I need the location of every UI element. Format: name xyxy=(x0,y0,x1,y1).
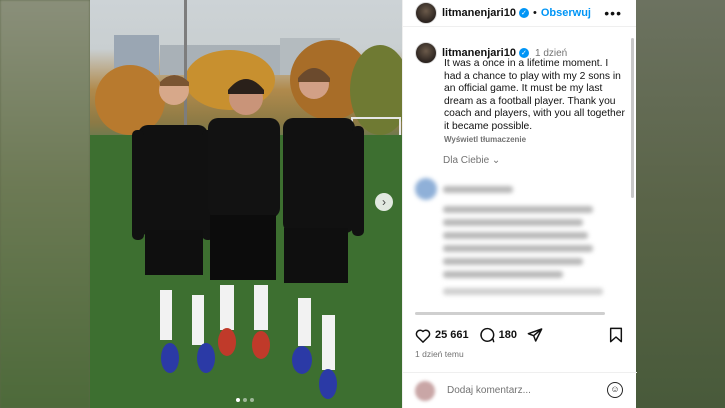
instagram-post: › litmanenjari10 ✓ • Obserwuj ••• litman… xyxy=(90,0,637,408)
photo-illustration xyxy=(90,0,402,408)
like-count[interactable]: 25 661 xyxy=(435,329,469,341)
verified-badge-icon: ✓ xyxy=(518,48,529,58)
heart-icon[interactable] xyxy=(415,328,431,343)
for-you-toggle[interactable]: Dla Ciebie ⌄ xyxy=(443,155,500,166)
bookmark-icon[interactable] xyxy=(609,327,623,343)
caption-time: 1 dzień xyxy=(534,47,568,59)
more-options-icon[interactable]: ••• xyxy=(604,5,622,21)
comment-count[interactable]: 180 xyxy=(499,329,517,341)
avatar[interactable] xyxy=(415,42,437,64)
paper-plane-icon[interactable] xyxy=(527,327,543,343)
translate-link[interactable]: Wyświetl tłumaczenie xyxy=(444,135,627,144)
comment-bubble-icon[interactable] xyxy=(479,327,495,343)
carousel-dot xyxy=(243,398,247,402)
chevron-down-icon: ⌄ xyxy=(491,155,501,166)
post-date: 1 dzień temu xyxy=(415,349,464,359)
verified-badge-icon: ✓ xyxy=(518,8,529,18)
post-header: litmanenjari10 ✓ • Obserwuj ••• xyxy=(403,0,636,27)
post-photo: › xyxy=(90,0,402,408)
for-you-label: Dla Ciebie xyxy=(443,155,490,166)
scrollbar[interactable] xyxy=(631,38,634,198)
tree xyxy=(95,65,165,135)
horizontal-scrollbar[interactable] xyxy=(415,312,605,315)
caption-text: It was a once in a lifetime moment. I ha… xyxy=(444,58,625,132)
carousel-dot xyxy=(250,398,254,402)
carousel-dot xyxy=(236,398,240,402)
avatar xyxy=(415,380,435,401)
follow-button[interactable]: Obserwuj xyxy=(541,7,591,19)
caption: litmanenjari10 ✓ 1 dzień It was a once i… xyxy=(415,42,627,144)
blurred-comment xyxy=(415,178,625,298)
background-right-blur xyxy=(636,0,725,408)
action-bar: 25 661 180 xyxy=(415,324,627,346)
post-sidebar: litmanenjari10 ✓ • Obserwuj ••• litmanen… xyxy=(402,0,637,408)
carousel-indicator xyxy=(236,398,254,402)
username[interactable]: litmanenjari10 xyxy=(442,7,516,19)
light-pole xyxy=(184,0,187,130)
comment-input[interactable]: Dodaj komentarz... xyxy=(447,385,531,396)
background-left-blur xyxy=(0,0,90,408)
comment-bar: Dodaj komentarz... ☺ xyxy=(403,372,637,408)
avatar[interactable] xyxy=(415,2,437,24)
emoji-icon[interactable]: ☺ xyxy=(607,382,623,398)
separator: • xyxy=(532,7,537,19)
chevron-right-icon[interactable]: › xyxy=(375,193,393,211)
